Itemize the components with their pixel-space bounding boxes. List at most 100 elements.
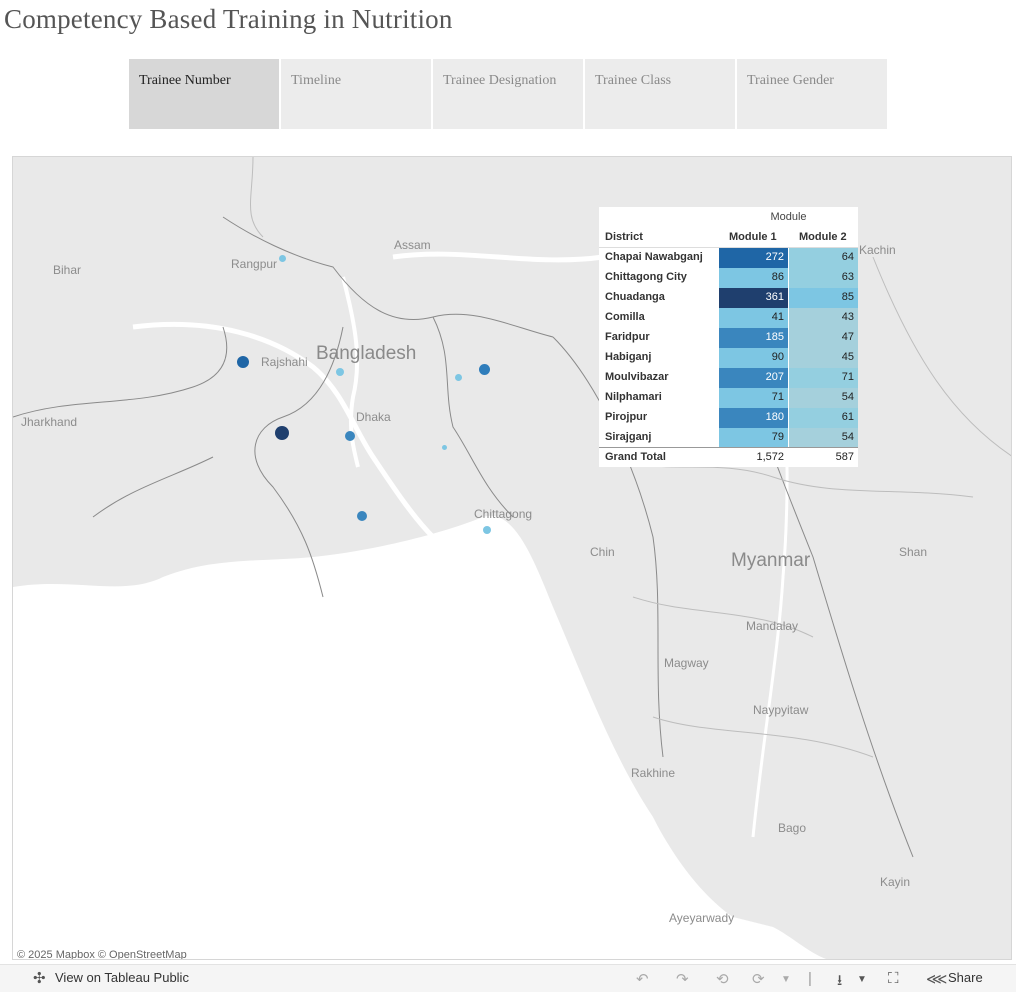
bottom-toolbar: ✣ View on Tableau Public ↶ ↷ ⟲ ⟳ ▼ | ⭳ ▼… (0, 964, 1016, 992)
map-label-assam: Assam (394, 238, 431, 252)
refresh-icon[interactable]: ⟳ (752, 970, 765, 988)
table-cell-module-2[interactable]: 64 (789, 248, 858, 268)
map-label-bihar: Bihar (53, 263, 82, 277)
map-label-magway: Magway (664, 656, 709, 670)
table-cell-module-2[interactable]: 71 (789, 368, 858, 388)
map-label-bangladesh: Bangladesh (316, 343, 417, 364)
revert-icon[interactable]: ⟲ (716, 970, 729, 988)
table-row[interactable]: Chuadanga 361 85 (599, 288, 858, 308)
table-cell-district: Chittagong City (605, 271, 687, 283)
sea-area (13, 515, 827, 959)
share-button[interactable]: Share (948, 970, 983, 985)
share-icon[interactable]: ⋘ (926, 970, 947, 988)
map-basemap (13, 157, 1011, 959)
grand-total-row: Grand Total 1,572 587 (599, 447, 858, 468)
table-cell-module-1[interactable]: 272 (719, 248, 788, 268)
map-marker-moulvibazar[interactable] (479, 364, 490, 375)
map-label-rajshahi: Rajshahi (261, 355, 308, 369)
map-marker-sirajganj[interactable] (336, 368, 344, 376)
map-label-rakhine: Rakhine (631, 766, 676, 780)
map-label-myanmar: Myanmar (731, 550, 811, 571)
table-cell-module-2[interactable]: 54 (789, 388, 858, 408)
map-marker-chuadanga[interactable] (275, 426, 289, 440)
table-header-module-2: Module 2 (799, 231, 847, 243)
map-marker-faridpur[interactable] (345, 431, 355, 441)
toolbar-divider: | (808, 970, 812, 987)
table-cell-module-1[interactable]: 86 (719, 268, 788, 288)
refresh-dropdown-icon[interactable]: ▼ (781, 974, 791, 985)
tab-trainee-class[interactable]: Trainee Class (585, 59, 735, 129)
map-marker-chapai-nawabganj[interactable] (237, 356, 249, 368)
map-label-kachin: Kachin (859, 243, 896, 257)
table-row[interactable]: Chittagong City 86 63 (599, 268, 858, 288)
table-cell-module-2[interactable]: 61 (789, 408, 858, 428)
fullscreen-icon[interactable]: ⛶ (888, 970, 899, 987)
map-marker-comilla[interactable] (442, 445, 447, 450)
table-cell-module-1[interactable]: 79 (719, 428, 788, 448)
table-row[interactable]: Comilla 41 43 (599, 308, 858, 328)
table-row[interactable]: Habiganj 90 45 (599, 348, 858, 368)
table-cell-module-1[interactable]: 185 (719, 328, 788, 348)
table-cell-district: Nilphamari (605, 391, 662, 403)
map-marker-nilphamari[interactable] (279, 255, 286, 262)
map-label-ayeyarwady: Ayeyarwady (669, 911, 735, 925)
map-label-kayin: Kayin (880, 875, 911, 889)
map-label-jharkhand: Jharkhand (21, 415, 78, 429)
grand-total-m2: 587 (835, 451, 854, 463)
table-cell-module-1[interactable]: 41 (719, 308, 788, 328)
table-cell-district: Moulvibazar (605, 371, 669, 383)
table-cell-district: Chapai Nawabganj (605, 251, 703, 263)
dashboard-title: Competency Based Training in Nutrition (4, 4, 453, 34)
table-cell-district: Pirojpur (605, 411, 648, 423)
table-header-module: Module (770, 211, 807, 223)
tab-timeline[interactable]: Timeline (281, 59, 431, 129)
map-label-dhaka: Dhaka (356, 410, 391, 424)
table-cell-module-2[interactable]: 47 (789, 328, 858, 348)
redo-icon[interactable]: ↷ (676, 970, 689, 988)
tab-trainee-number[interactable]: Trainee Number (129, 59, 279, 129)
map-label-chittagong: Chittagong (474, 507, 533, 521)
undo-icon[interactable]: ↶ (636, 970, 649, 988)
map-label-naypyitaw: Naypyitaw (753, 703, 809, 717)
table-cell-module-1[interactable]: 90 (719, 348, 788, 368)
table-cell-module-1[interactable]: 207 (719, 368, 788, 388)
tab-trainee-gender[interactable]: Trainee Gender (737, 59, 887, 129)
table-cell-district: Comilla (605, 311, 645, 323)
table-cell-module-2[interactable]: 85 (789, 288, 858, 308)
table-row[interactable]: Sirajganj 79 54 (599, 428, 858, 448)
table-cell-module-2[interactable]: 43 (789, 308, 858, 328)
table-row[interactable]: Chapai Nawabganj 272 64 (599, 248, 858, 268)
download-dropdown-icon[interactable]: ▼ (857, 974, 867, 985)
table-cell-module-2[interactable]: 54 (789, 428, 858, 448)
map-label-shan: Shan (899, 545, 928, 559)
download-icon[interactable]: ⭳ (837, 970, 842, 995)
table-cell-module-2[interactable]: 45 (789, 348, 858, 368)
map-label-chin: Chin (590, 545, 615, 559)
table-row[interactable]: Faridpur 185 47 (599, 328, 858, 348)
map-marker-chittagong-city[interactable] (483, 526, 491, 534)
map-attribution: © 2025 Mapbox © OpenStreetMap (17, 949, 187, 960)
district-module-table: Module District Module 1 Module 2 Chapai… (599, 207, 858, 467)
view-on-tableau-link[interactable]: View on Tableau Public (55, 970, 189, 985)
table-cell-module-1[interactable]: 361 (719, 288, 788, 308)
table-cell-module-1[interactable]: 180 (719, 408, 788, 428)
grand-total-m1: 1,572 (756, 451, 784, 463)
map-label-mandalay: Mandalay (746, 619, 799, 633)
table-row[interactable]: Moulvibazar 207 71 (599, 368, 858, 388)
table-cell-district: Faridpur (605, 331, 650, 343)
table-row[interactable]: Pirojpur 180 61 (599, 408, 858, 428)
table-header-module-1: Module 1 (729, 231, 777, 243)
map-view[interactable]: Bihar Rangpur Assam Kachin Rajshahi Bang… (12, 156, 1012, 960)
table-cell-module-2[interactable]: 63 (789, 268, 858, 288)
map-label-rangpur: Rangpur (231, 257, 278, 271)
table-cell-district: Chuadanga (605, 291, 665, 303)
map-marker-habiganj[interactable] (455, 374, 462, 381)
tab-trainee-designation[interactable]: Trainee Designation (433, 59, 583, 129)
map-marker-pirojpur[interactable] (357, 511, 367, 521)
map-label-bago: Bago (778, 821, 807, 835)
table-header-district: District (605, 231, 643, 243)
table-cell-district: Sirajganj (605, 431, 652, 443)
table-row[interactable]: Nilphamari 71 54 (599, 388, 858, 408)
tableau-logo-icon: ✣ (33, 970, 46, 987)
table-cell-module-1[interactable]: 71 (719, 388, 788, 408)
